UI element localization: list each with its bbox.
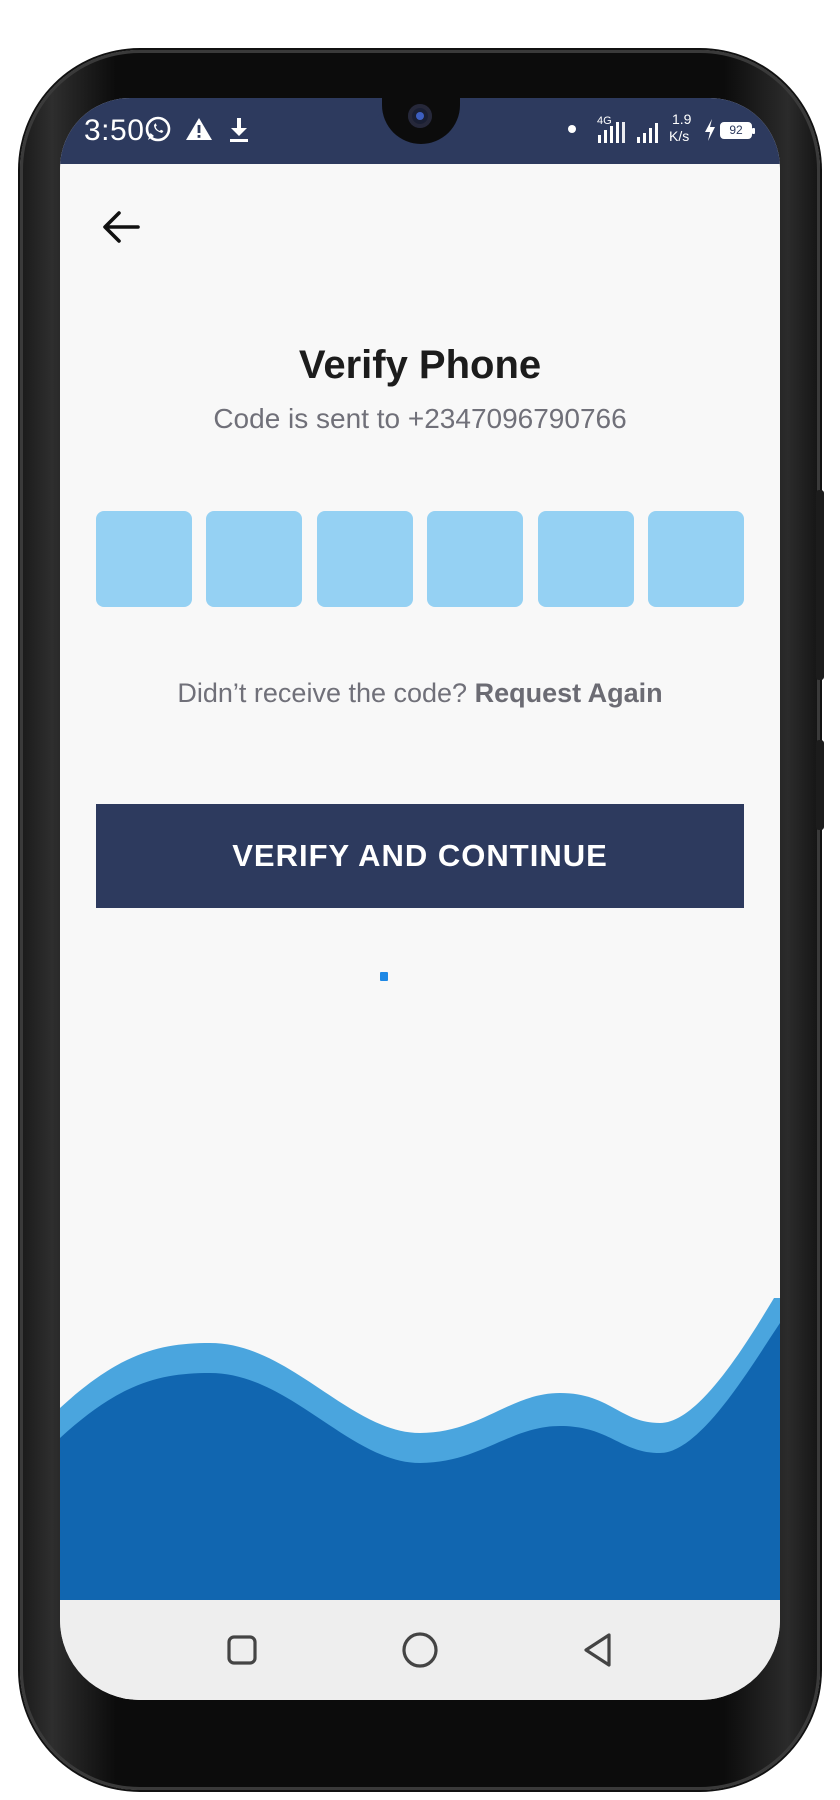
otp-digit-6[interactable] bbox=[648, 511, 744, 607]
battery-icon: 92 bbox=[720, 122, 755, 139]
decorative-wave bbox=[60, 1298, 780, 1600]
loading-spinner-icon bbox=[380, 972, 388, 981]
back-nav-button[interactable] bbox=[576, 1630, 620, 1674]
verify-continue-button[interactable]: VERIFY AND CONTINUE bbox=[96, 804, 744, 908]
charging-icon bbox=[702, 116, 718, 144]
side-button-volume bbox=[816, 740, 824, 830]
recents-button[interactable] bbox=[220, 1630, 264, 1674]
request-again-link[interactable]: Request Again bbox=[475, 678, 663, 708]
back-triangle-icon bbox=[581, 1632, 615, 1673]
warning-icon bbox=[184, 114, 214, 144]
otp-digit-2[interactable] bbox=[206, 511, 302, 607]
status-bar: 3:50 4G 1.9 K/s 92 bbox=[60, 98, 780, 164]
download-icon bbox=[224, 114, 254, 144]
speed-value: 1.9 bbox=[672, 111, 692, 127]
status-time: 3:50 bbox=[84, 114, 145, 147]
signal-icon bbox=[597, 120, 627, 146]
recents-square-icon bbox=[226, 1634, 258, 1671]
sent-to-text: Code is sent to +2347096790766 bbox=[213, 403, 627, 434]
dot-icon bbox=[567, 114, 577, 144]
resend-prompt: Didn’t receive the code? bbox=[177, 678, 468, 708]
home-circle-icon bbox=[401, 1631, 439, 1674]
otp-digit-3[interactable] bbox=[317, 511, 413, 607]
home-button[interactable] bbox=[398, 1630, 442, 1674]
system-nav-bar bbox=[60, 1600, 780, 1700]
page-title: Verify Phone bbox=[298, 343, 542, 387]
otp-input-row bbox=[96, 511, 744, 607]
arrow-left-icon bbox=[101, 210, 141, 249]
otp-digit-4[interactable] bbox=[427, 511, 523, 607]
camera-icon bbox=[408, 104, 432, 128]
back-button[interactable] bbox=[96, 204, 146, 254]
otp-digit-1[interactable] bbox=[96, 511, 192, 607]
side-button-power bbox=[816, 490, 824, 680]
speed-unit: K/s bbox=[669, 128, 690, 144]
screen: 3:50 4G 1.9 K/s 92 Verify Phone Code is … bbox=[60, 98, 780, 1700]
signal-icon bbox=[635, 120, 661, 146]
resend-row: Didn’t receive the code? Request Again bbox=[60, 678, 780, 709]
whatsapp-icon bbox=[143, 114, 173, 144]
otp-digit-5[interactable] bbox=[538, 511, 634, 607]
